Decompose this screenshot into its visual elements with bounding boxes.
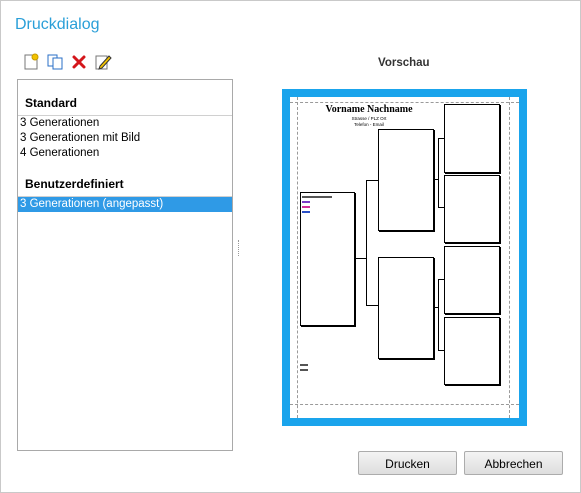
preview-text-line	[302, 206, 310, 208]
preview-text-line	[300, 364, 308, 366]
print-button[interactable]: Drucken	[358, 451, 457, 475]
new-template-icon[interactable]	[22, 53, 40, 71]
person-box-grandparent-4	[444, 317, 500, 385]
person-box-parent-1	[378, 129, 434, 231]
margin-guide	[509, 97, 510, 418]
connector-line	[438, 279, 439, 350]
person-box-grandparent-3	[444, 246, 500, 314]
preview-text-line	[302, 201, 310, 203]
preview-text-line	[300, 369, 308, 371]
margin-guide	[290, 404, 519, 405]
list-item[interactable]: 3 Generationen	[18, 116, 232, 131]
group-header-custom: Benutzerdefiniert	[25, 177, 124, 191]
person-box-grandparent-2	[444, 175, 500, 243]
dialog-title: Druckdialog	[15, 16, 100, 33]
margin-guide	[290, 102, 519, 103]
connector-line	[438, 138, 444, 139]
copy-template-icon[interactable]	[46, 53, 64, 71]
person-box-parent-2	[378, 257, 434, 359]
connector-line	[438, 207, 444, 208]
list-item[interactable]: 3 Generationen mit Bild	[18, 131, 232, 146]
preview-text-line	[302, 211, 310, 213]
preview-contact: Telefon - Email	[354, 122, 384, 127]
margin-guide	[297, 97, 298, 418]
connector-line	[366, 180, 367, 305]
preview-address: Strasse / PLZ Ort	[351, 116, 387, 121]
splitter-handle[interactable]	[238, 240, 241, 256]
list-item[interactable]: 4 Generationen	[18, 146, 232, 161]
preview-text-line	[302, 196, 332, 198]
connector-line	[438, 138, 439, 207]
connector-line	[354, 258, 366, 259]
preview-label: Vorschau	[378, 57, 430, 69]
connector-line	[438, 350, 444, 351]
connector-line	[438, 279, 444, 280]
cancel-button[interactable]: Abbrechen	[464, 451, 563, 475]
template-list[interactable]: Standard 3 Generationen 3 Generationen m…	[17, 79, 233, 451]
group-header-standard: Standard	[25, 96, 78, 110]
connector-line	[366, 180, 378, 181]
edit-icon[interactable]	[94, 53, 112, 71]
preview-person-name: Vorname Nachname	[325, 104, 413, 115]
list-item-selected[interactable]: 3 Generationen (angepasst)	[18, 197, 232, 212]
connector-line	[366, 305, 378, 306]
person-box-grandparent-1	[444, 104, 500, 173]
delete-icon[interactable]	[70, 53, 88, 71]
